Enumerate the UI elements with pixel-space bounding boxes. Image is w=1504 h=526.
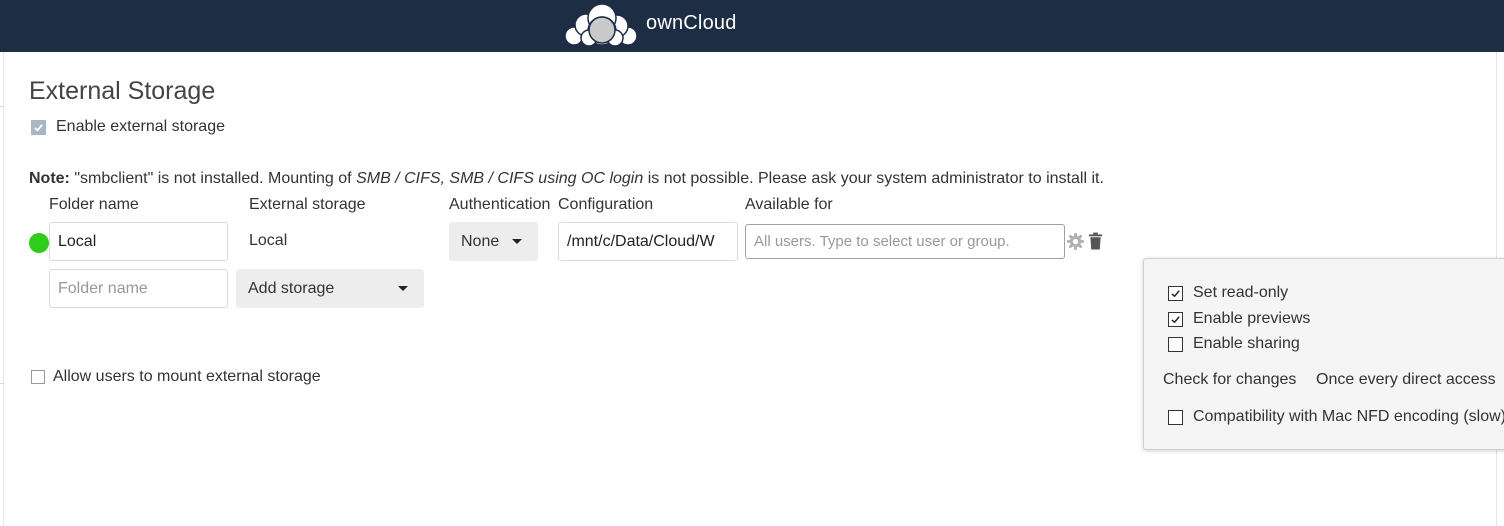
check-for-changes-select[interactable]: Once every direct access <box>1316 371 1496 389</box>
brand-name: ownCloud <box>646 12 737 34</box>
checkmark-icon <box>1171 315 1180 323</box>
mac-nfd-label: Compatibility with Mac NFD encoding (slo… <box>1193 408 1504 425</box>
set-read-only-row[interactable]: Set read-only <box>1168 284 1288 302</box>
side-tick <box>0 106 4 107</box>
caret-down-icon <box>398 286 408 291</box>
left-divider <box>3 52 4 526</box>
enable-previews-checkbox[interactable] <box>1168 311 1183 327</box>
header-configuration: Configuration <box>558 196 654 213</box>
mac-nfd-row[interactable]: Compatibility with Mac NFD encoding (slo… <box>1168 408 1504 426</box>
checkmark-icon <box>1171 289 1180 297</box>
available-for-input[interactable]: All users. Type to select user or group. <box>745 224 1065 259</box>
enable-external-storage-label: Enable external storage <box>56 118 225 135</box>
enable-external-storage-checkbox[interactable] <box>31 119 46 135</box>
header-authentication: Authentication <box>449 196 551 213</box>
caret-down-icon <box>512 239 522 244</box>
configuration-path-input[interactable]: /mnt/c/Data/Cloud/W <box>558 222 738 261</box>
set-read-only-checkbox[interactable] <box>1168 285 1183 301</box>
storage-status-indicator <box>29 233 49 253</box>
set-read-only-label: Set read-only <box>1193 284 1289 301</box>
header-available-for: Available for <box>745 196 833 213</box>
header-external-storage: External storage <box>249 196 366 213</box>
owncloud-logo-icon[interactable] <box>562 3 640 47</box>
note-text-1: "smbclient" is not installed. Mounting o… <box>69 170 357 187</box>
add-storage-select[interactable]: Add storage <box>236 269 424 308</box>
smbclient-note: Note: "smbclient" is not installed. Moun… <box>29 170 1104 188</box>
add-storage-label: Add storage <box>248 279 335 297</box>
note-italic: SMB / CIFS, SMB / CIFS using OC login <box>356 170 644 187</box>
allow-users-mount-checkbox[interactable] <box>31 370 45 384</box>
allow-users-mount-row[interactable]: Allow users to mount external storage <box>31 368 321 386</box>
enable-sharing-checkbox[interactable] <box>1168 336 1183 352</box>
enable-previews-label: Enable previews <box>1193 310 1311 327</box>
new-folder-name-input[interactable]: Folder name <box>49 269 228 308</box>
note-text-2: is not possible. Please ask your system … <box>643 170 1104 187</box>
external-storage-type: Local <box>249 232 288 249</box>
side-tick <box>0 383 4 384</box>
authentication-select[interactable]: None <box>449 222 538 261</box>
trash-icon[interactable] <box>1086 231 1104 251</box>
allow-users-mount-label: Allow users to mount external storage <box>53 368 321 385</box>
enable-previews-row[interactable]: Enable previews <box>1168 310 1310 328</box>
enable-external-storage-row[interactable]: Enable external storage <box>31 118 225 136</box>
enable-sharing-label: Enable sharing <box>1193 335 1300 352</box>
checkmark-icon <box>34 123 43 132</box>
folder-name-input[interactable]: Local <box>49 222 228 261</box>
authentication-value: None <box>461 232 500 250</box>
enable-sharing-row[interactable]: Enable sharing <box>1168 335 1300 353</box>
top-header: ownCloud <box>0 0 1504 52</box>
mac-nfd-checkbox[interactable] <box>1168 409 1183 425</box>
gear-icon[interactable] <box>1065 231 1085 251</box>
check-for-changes-label: Check for changes <box>1163 371 1297 388</box>
header-folder-name: Folder name <box>49 196 139 213</box>
note-prefix: Note: <box>29 170 70 187</box>
mount-options-popover: Set read-only Enable previews Enable sha… <box>1143 258 1504 450</box>
page-title: External Storage <box>29 77 216 105</box>
